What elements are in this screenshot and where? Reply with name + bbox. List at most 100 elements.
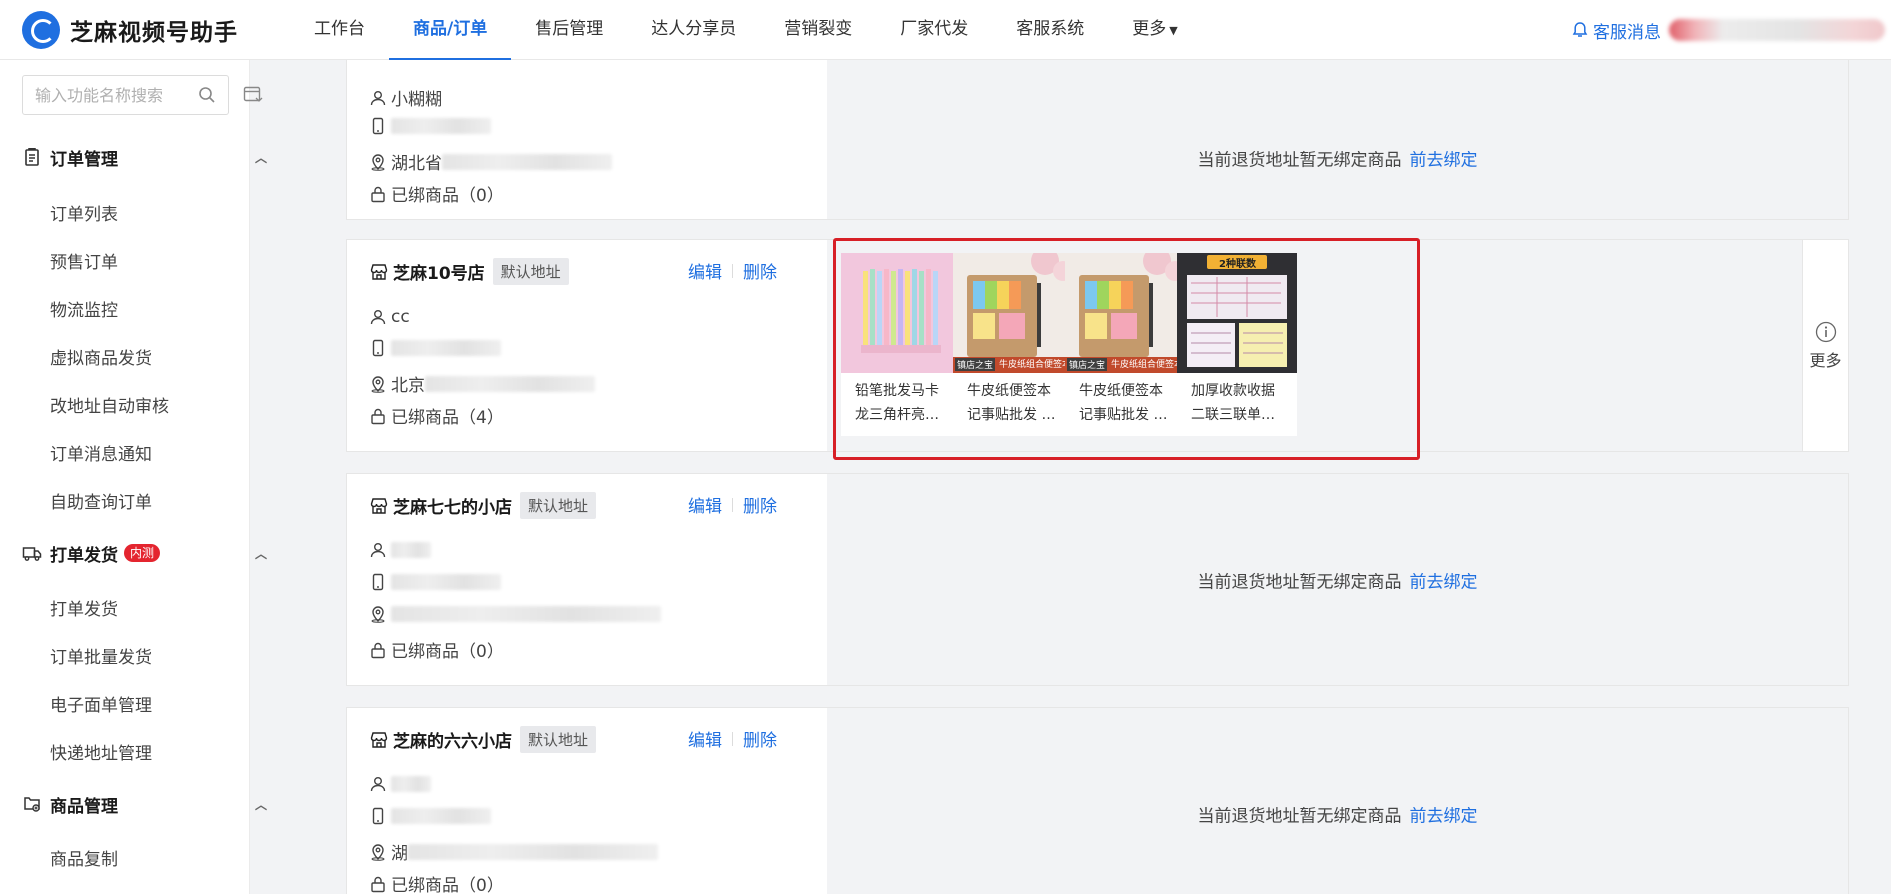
default-address-tag: 默认地址 bbox=[520, 492, 597, 519]
function-search-input[interactable] bbox=[35, 85, 195, 105]
sidebar-group-title: 商品管理 bbox=[50, 796, 118, 817]
empty-tip: 当前退货地址暂无绑定商品 前去绑定 bbox=[827, 567, 1848, 592]
empty-tip-text: 当前退货地址暂无绑定商品 bbox=[1197, 572, 1402, 592]
sidebar-item-self-query-orders[interactable]: 自助查询订单 bbox=[50, 488, 152, 513]
nav-workbench[interactable]: 工作台 bbox=[290, 0, 389, 60]
function-search bbox=[22, 75, 229, 115]
edit-button[interactable]: 编辑 bbox=[688, 258, 722, 283]
store-icon bbox=[370, 497, 388, 514]
address-card: 小糊糊 湖北省 已绑商品（0） 当前退货地址暂无绑定商品 前去绑定 bbox=[346, 60, 1849, 220]
go-bind-link[interactable]: 前去绑定 bbox=[1410, 572, 1478, 592]
go-bind-link[interactable]: 前去绑定 bbox=[1410, 150, 1478, 170]
bound-products-area: 当前退货地址暂无绑定商品 前去绑定 bbox=[827, 60, 1848, 219]
address-blurred bbox=[442, 153, 612, 170]
contact-row bbox=[369, 541, 431, 559]
sidebar-group-order-management[interactable]: 订单管理 ︿ bbox=[22, 142, 272, 172]
sidebar-group-product-management[interactable]: 商品管理 ︿ bbox=[22, 789, 272, 819]
bound-products-row: 已绑商品（4） bbox=[369, 403, 504, 428]
address-row: 北京 bbox=[369, 371, 595, 396]
logo-icon bbox=[22, 10, 60, 49]
sidebar-group-title: 订单管理 bbox=[50, 149, 118, 170]
sidebar-item-order-notifications[interactable]: 订单消息通知 bbox=[50, 440, 152, 465]
nav-after-sales[interactable]: 售后管理 bbox=[511, 0, 627, 60]
empty-tip: 当前退货地址暂无绑定商品 前去绑定 bbox=[827, 801, 1848, 826]
store-icon bbox=[370, 263, 388, 280]
contact-row: 小糊糊 bbox=[369, 85, 442, 110]
sidebar: 订单管理 ︿ 订单列表 预售订单 物流监控 虚拟商品发货 改地址自动审核 订单消… bbox=[0, 60, 267, 894]
bound-products-row: 已绑商品（0） bbox=[369, 637, 504, 662]
location-icon bbox=[371, 375, 385, 393]
delete-button[interactable]: 删除 bbox=[743, 726, 777, 751]
contact-name: 小糊糊 bbox=[391, 90, 442, 110]
store-name: 芝麻10号店 bbox=[393, 264, 485, 284]
bound-products-area: 当前退货地址暂无绑定商品 前去绑定 bbox=[827, 474, 1848, 685]
address-row: 湖北省 bbox=[369, 149, 612, 174]
address-prefix: 湖北省 bbox=[391, 154, 442, 174]
more-products-button[interactable]: 更多 bbox=[1802, 240, 1848, 451]
store-header: 芝麻10号店 默认地址 编辑 删除 bbox=[369, 258, 809, 285]
nav-more[interactable]: 更多 ▼ bbox=[1108, 0, 1201, 60]
phone-blurred bbox=[391, 340, 501, 356]
delete-button[interactable]: 删除 bbox=[743, 492, 777, 517]
address-card: 芝麻的六六小店 默认地址 编辑 删除 湖 已绑商品（0） 当前退货地址暂无绑定商… bbox=[346, 707, 1849, 894]
nav-marketing-fission[interactable]: 营销裂变 bbox=[760, 0, 876, 60]
address-row bbox=[369, 605, 661, 623]
user-account-blurred[interactable] bbox=[1669, 19, 1885, 41]
address-prefix: 湖 bbox=[391, 844, 408, 864]
location-icon bbox=[371, 843, 385, 861]
user-icon bbox=[370, 777, 386, 792]
sidebar-group-title: 打单发货 bbox=[50, 545, 118, 566]
divider bbox=[732, 497, 733, 512]
bound-products-count: 已绑商品（0） bbox=[391, 876, 504, 894]
nav-more-label: 更多 bbox=[1132, 18, 1167, 39]
edit-button[interactable]: 编辑 bbox=[688, 726, 722, 751]
sidebar-item-virtual-shipping[interactable]: 虚拟商品发货 bbox=[50, 344, 152, 369]
address-blurred bbox=[408, 843, 658, 860]
nav-dropshipping[interactable]: 厂家代发 bbox=[876, 0, 992, 60]
contact-name: cc bbox=[391, 307, 410, 327]
lock-icon bbox=[371, 876, 385, 892]
go-bind-link[interactable]: 前去绑定 bbox=[1410, 806, 1478, 826]
lock-icon bbox=[371, 642, 385, 658]
empty-tip: 当前退货地址暂无绑定商品 前去绑定 bbox=[827, 145, 1848, 170]
sidebar-item-product-copy[interactable]: 商品复制 bbox=[50, 845, 118, 870]
header-right: 客服消息 bbox=[1571, 0, 1891, 60]
phone-icon bbox=[372, 339, 384, 357]
store-name: 芝麻的六六小店 bbox=[393, 732, 512, 752]
location-icon bbox=[371, 153, 385, 171]
divider bbox=[732, 263, 733, 278]
phone-icon bbox=[372, 573, 384, 591]
sidebar-item-express-address[interactable]: 快递地址管理 bbox=[50, 739, 152, 764]
card-actions: 编辑 删除 bbox=[688, 258, 777, 283]
main-nav: 工作台 商品/订单 售后管理 达人分享员 营销裂变 厂家代发 客服系统 更多 ▼ bbox=[290, 0, 1202, 60]
bell-icon[interactable] bbox=[1571, 21, 1589, 39]
service-message-link[interactable]: 客服消息 bbox=[1593, 18, 1661, 43]
sidebar-item-address-auto-review[interactable]: 改地址自动审核 bbox=[50, 392, 169, 417]
contact-blurred bbox=[391, 776, 431, 792]
sidebar-item-logistics-monitor[interactable]: 物流监控 bbox=[50, 296, 118, 321]
search-icon[interactable] bbox=[198, 86, 216, 104]
sidebar-group-print-shipping[interactable]: 打单发货 内测 ︿ bbox=[22, 538, 272, 568]
store-name: 芝麻七七的小店 bbox=[393, 498, 512, 518]
sidebar-item-presale-orders[interactable]: 预售订单 bbox=[50, 248, 118, 273]
store-icon bbox=[370, 731, 388, 748]
nav-products-orders[interactable]: 商品/订单 bbox=[389, 0, 512, 60]
lock-icon bbox=[371, 408, 385, 424]
more-label: 更多 bbox=[1809, 350, 1842, 370]
phone-icon bbox=[372, 117, 384, 135]
bound-products-row: 已绑商品（0） bbox=[369, 871, 504, 894]
sidebar-item-print-ship[interactable]: 打单发货 bbox=[50, 595, 118, 620]
edit-button[interactable]: 编辑 bbox=[688, 492, 722, 517]
nav-influencer-sharers[interactable]: 达人分享员 bbox=[627, 0, 760, 60]
sidebar-item-e-waybill[interactable]: 电子面单管理 bbox=[50, 691, 152, 716]
store-header: 芝麻的六六小店 默认地址 编辑 删除 bbox=[369, 726, 809, 753]
sidebar-item-order-list[interactable]: 订单列表 bbox=[50, 200, 118, 225]
sidebar-item-batch-ship[interactable]: 订单批量发货 bbox=[50, 643, 152, 668]
delete-button[interactable]: 删除 bbox=[743, 258, 777, 283]
address-blurred bbox=[425, 375, 595, 392]
user-icon bbox=[370, 90, 386, 105]
more-info-icon bbox=[1815, 321, 1836, 342]
address-blurred bbox=[391, 606, 661, 622]
logo[interactable]: 芝麻视频号助手 bbox=[0, 10, 290, 49]
nav-customer-service[interactable]: 客服系统 bbox=[992, 0, 1108, 60]
